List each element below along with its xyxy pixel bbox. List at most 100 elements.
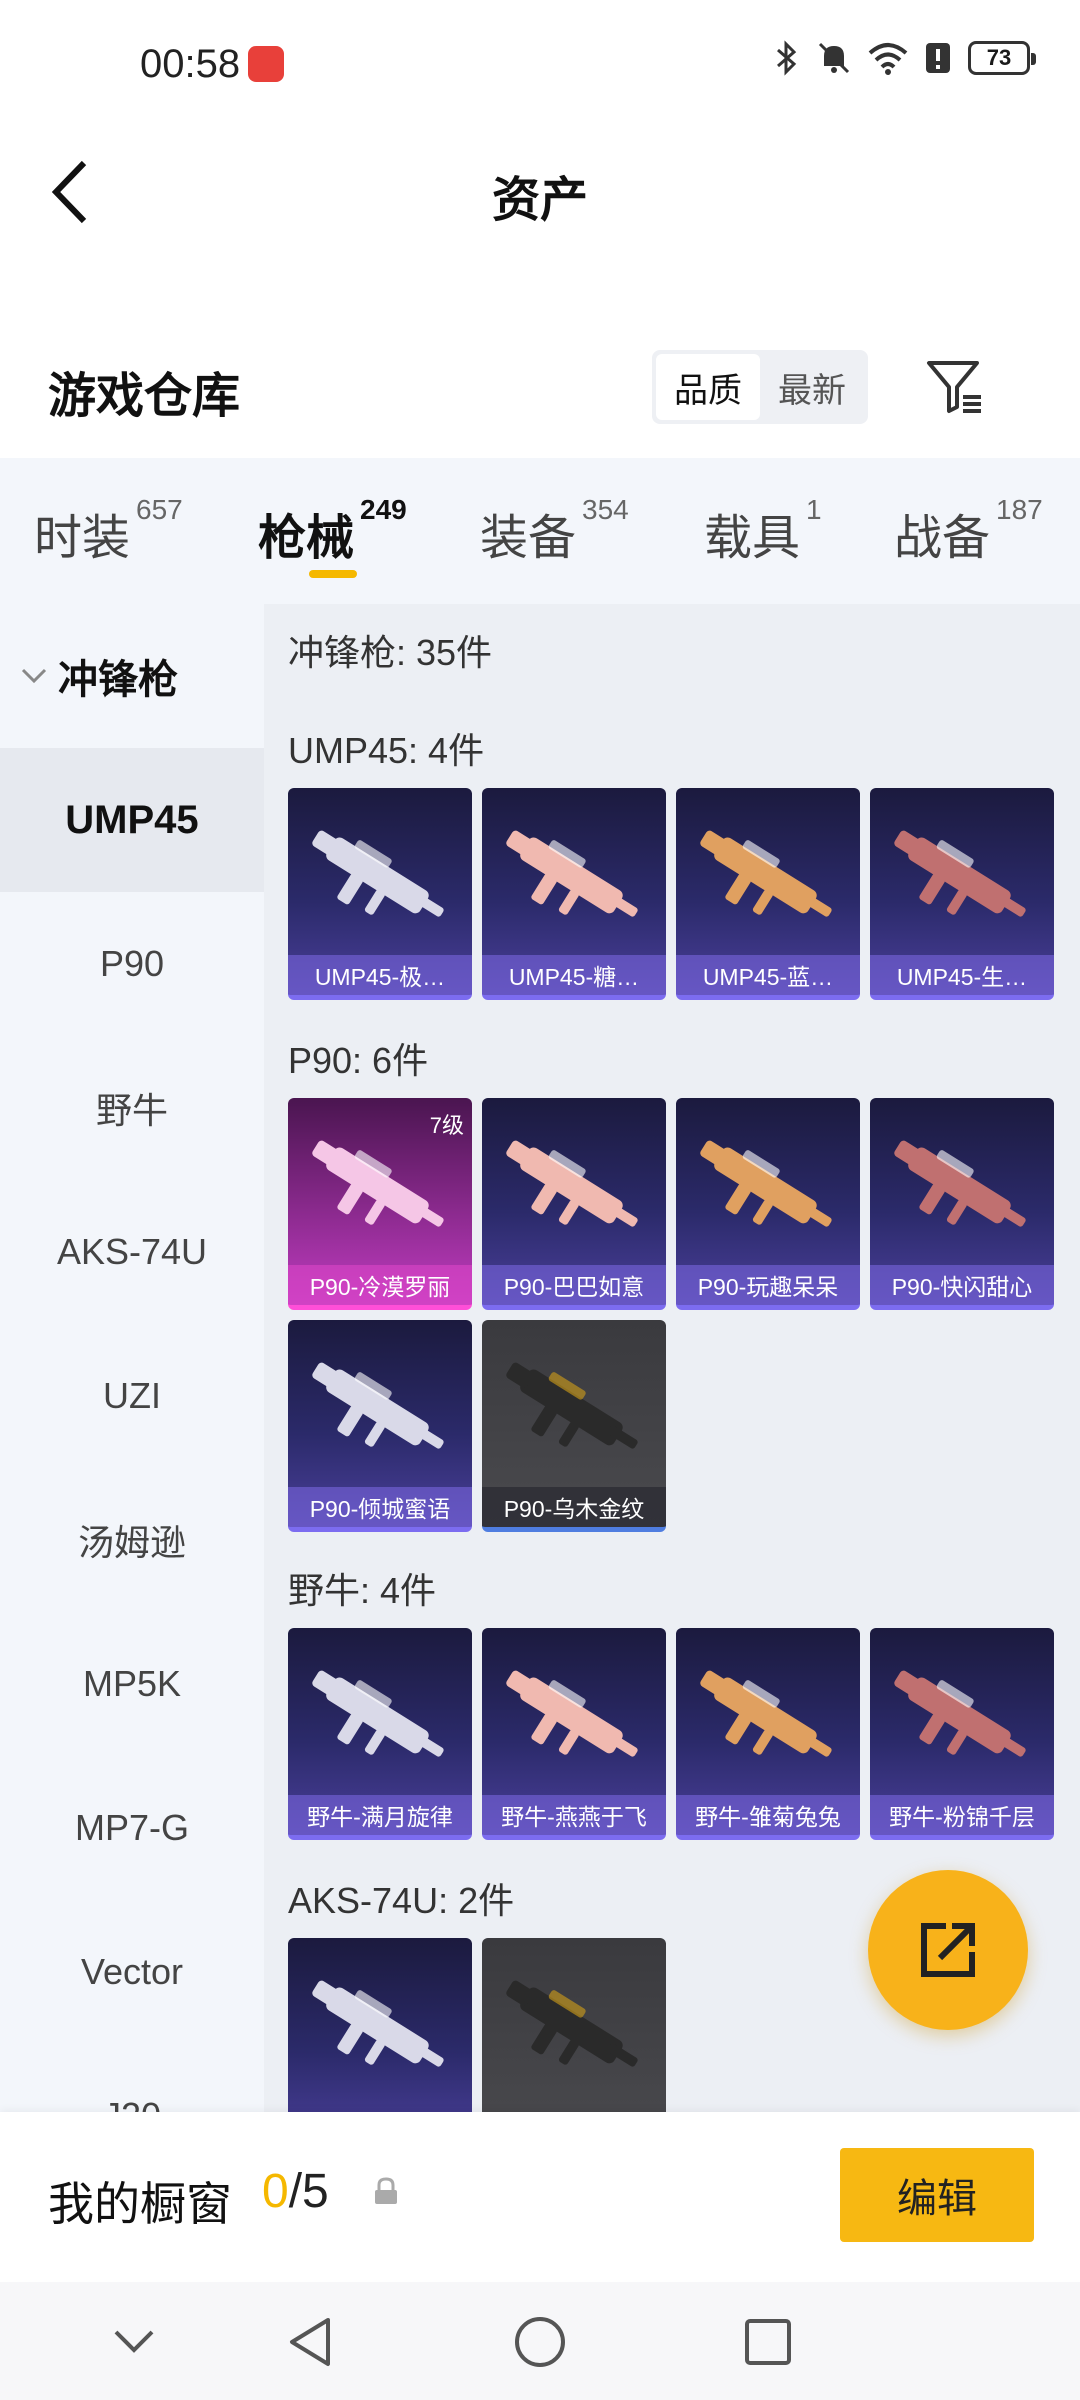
weapon-card[interactable]: UMP45-极… <box>288 788 472 1000</box>
chevron-down-icon <box>21 668 47 684</box>
weapon-card[interactable]: P90-玩趣呆呆 <box>676 1098 860 1310</box>
item-grid: 野牛-满月旋律 野牛-燕燕于飞 野牛-雏菊兔兔 野牛-粉锦千层 <box>288 1628 1054 1840</box>
weapon-image <box>312 830 444 917</box>
weapon-image <box>894 830 1026 917</box>
status-time: 00:58 <box>140 42 241 86</box>
sidebar-group-label: 冲锋枪 <box>58 658 178 702</box>
active-tab-indicator <box>309 570 357 578</box>
weapon-card[interactable]: 野牛-满月旋律 <box>288 1628 472 1840</box>
weapon-image <box>506 1980 638 2067</box>
weapon-type-sidebar: 冲锋枪 UMP45 P90 野牛 AKS-74U UZI 汤姆逊 MP5K MP… <box>0 604 264 2112</box>
weapon-name: P90-乌木金纹 <box>482 1487 666 1527</box>
tab-count: 1 <box>806 494 822 525</box>
sidebar-item-vector[interactable]: Vector <box>0 1900 264 2044</box>
warehouse-header: 游戏仓库 品质 最新 <box>0 340 1080 450</box>
weapon-image <box>506 1140 638 1227</box>
weapon-image <box>700 1670 832 1757</box>
sidebar-item-thompson[interactable]: 汤姆逊 <box>0 1468 264 1612</box>
weapon-card[interactable]: 野牛-燕燕于飞 <box>482 1628 666 1840</box>
weapon-image <box>700 830 832 917</box>
tab-equipment[interactable]: 装备354 <box>480 494 629 568</box>
filter-button[interactable] <box>920 352 990 422</box>
tab-fashion[interactable]: 时装657 <box>34 494 183 568</box>
page-header: 资产 <box>0 130 1080 260</box>
tab-count: 187 <box>996 494 1043 525</box>
wifi-icon <box>868 41 908 75</box>
weapon-card[interactable]: UMP45-蓝… <box>676 788 860 1000</box>
sidebar-item-mp5k[interactable]: MP5K <box>0 1612 264 1756</box>
sidebar-item-bizon[interactable]: 野牛 <box>0 1036 264 1180</box>
tab-label: 时装 <box>34 512 131 565</box>
weapon-card[interactable]: 野牛-雏菊兔兔 <box>676 1628 860 1840</box>
section-title: 野牛: 4件 <box>288 1570 437 1611</box>
nav-back-button[interactable] <box>280 2312 340 2372</box>
sidebar-item-j20[interactable]: J20 <box>0 2044 264 2112</box>
weapon-name: P90-快闪甜心 <box>870 1265 1054 1305</box>
weapon-image <box>700 1140 832 1227</box>
square-recents-icon <box>745 2319 791 2365</box>
tab-supplies[interactable]: 战备187 <box>894 494 1043 568</box>
weapon-name: UMP45-生… <box>870 955 1054 995</box>
tab-count: 354 <box>582 494 629 525</box>
tab-count: 249 <box>360 494 407 525</box>
weapon-name: UMP45-蓝… <box>676 955 860 995</box>
section-title: UMP45: 4件 <box>288 730 485 771</box>
showcase-count: 0/5 <box>262 2164 329 2219</box>
weapon-image <box>506 830 638 917</box>
sidebar-item-mp7g[interactable]: MP7-G <box>0 1756 264 1900</box>
weapon-image <box>894 1140 1026 1227</box>
nav-recents-button[interactable] <box>738 2312 798 2372</box>
sort-newest-button[interactable]: 最新 <box>760 354 864 420</box>
section-title: P90: 6件 <box>288 1040 429 1081</box>
share-icon <box>921 1923 975 1977</box>
sidebar-item-aks74u[interactable]: AKS-74U <box>0 1180 264 1324</box>
weapon-name: UMP45-糖… <box>482 955 666 995</box>
weapon-card[interactable]: 7级 P90-冷漠罗丽 <box>288 1098 472 1310</box>
battery-level: 73 <box>986 45 1012 70</box>
weapon-name: 野牛-燕燕于飞 <box>482 1795 666 1835</box>
weapon-card[interactable]: P90-快闪甜心 <box>870 1098 1054 1310</box>
weapon-card[interactable] <box>288 1938 472 2112</box>
nav-home-button[interactable] <box>510 2312 570 2372</box>
weapon-image <box>312 1362 444 1449</box>
weapon-name: 野牛-雏菊兔兔 <box>676 1795 860 1835</box>
weapon-card[interactable]: P90-巴巴如意 <box>482 1098 666 1310</box>
system-nav-bar <box>0 2282 1080 2400</box>
weapon-image <box>312 1980 444 2067</box>
hide-keyboard-button[interactable] <box>104 2312 164 2372</box>
weapon-image <box>894 1670 1026 1757</box>
item-grid: 7级 P90-冷漠罗丽 P90-巴巴如意 P90-玩趣呆呆 P90-快闪甜心 P90-倾城… <box>288 1098 1054 1532</box>
weapon-name: P90-巴巴如意 <box>482 1265 666 1305</box>
category-summary: 冲锋枪: 35件 <box>288 632 493 673</box>
edit-button[interactable]: 编辑 <box>840 2148 1034 2242</box>
category-tabs: 时装657 枪械249 装备354 载具1 战备187 <box>0 458 1080 604</box>
sidebar-item-ump45[interactable]: UMP45 <box>0 748 264 892</box>
sort-quality-button[interactable]: 品质 <box>656 354 760 420</box>
tab-label: 枪械 <box>258 512 355 565</box>
triangle-back-icon <box>290 2318 330 2366</box>
app-notification-icon <box>248 46 284 82</box>
weapon-card[interactable] <box>482 1938 666 2112</box>
status-icons: 73 <box>774 40 1036 76</box>
bluetooth-icon <box>774 40 800 76</box>
tab-weapons[interactable]: 枪械249 <box>258 494 407 568</box>
weapon-card[interactable]: P90-乌木金纹 <box>482 1320 666 1532</box>
weapon-card[interactable]: 野牛-粉锦千层 <box>870 1628 1054 1840</box>
sidebar-item-p90[interactable]: P90 <box>0 892 264 1036</box>
weapon-card[interactable]: UMP45-糖… <box>482 788 666 1000</box>
sidebar-item-uzi[interactable]: UZI <box>0 1324 264 1468</box>
weapon-name: 野牛-粉锦千层 <box>870 1795 1054 1835</box>
tab-label: 载具 <box>704 512 801 565</box>
section-title: AKS-74U: 2件 <box>288 1880 515 1921</box>
tab-label: 战备 <box>894 512 991 565</box>
tab-count: 657 <box>136 494 183 525</box>
sidebar-group-smg[interactable]: 冲锋枪 <box>0 604 264 748</box>
alert-icon <box>924 41 952 75</box>
weapon-name: UMP45-极… <box>288 955 472 995</box>
weapon-card[interactable]: UMP45-生… <box>870 788 1054 1000</box>
weapon-image <box>312 1140 444 1227</box>
showcase-label: 我的橱窗 <box>48 2178 232 2230</box>
tab-vehicles[interactable]: 载具1 <box>704 494 822 568</box>
weapon-card[interactable]: P90-倾城蜜语 <box>288 1320 472 1532</box>
share-button[interactable] <box>868 1870 1028 2030</box>
